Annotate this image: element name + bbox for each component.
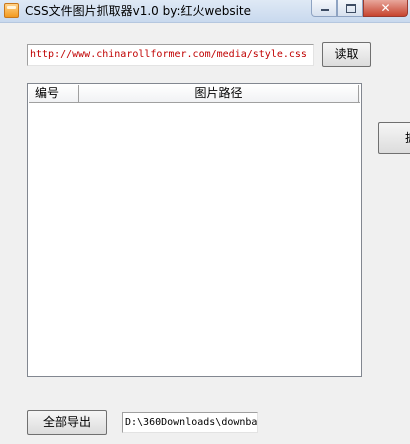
title-bar[interactable]: CSS文件图片抓取器v1.0 by:红火website ✕	[0, 0, 410, 23]
close-icon: ✕	[380, 1, 391, 15]
export-path-input[interactable]: D:\360Downloads\downba	[122, 412, 258, 433]
close-button[interactable]: ✕	[363, 0, 408, 17]
export-all-button[interactable]: 全部导出	[27, 410, 107, 435]
css-url-input[interactable]: http://www.chinarollformer.com/media/sty…	[27, 44, 314, 66]
read-button[interactable]: 读取	[322, 42, 371, 67]
image-list[interactable]: 编号 图片路径	[27, 83, 362, 377]
column-header-path[interactable]: 图片路径	[79, 85, 359, 102]
maximize-button[interactable]	[337, 0, 363, 17]
window-title: CSS文件图片抓取器v1.0 by:红火website	[25, 4, 251, 18]
grab-button[interactable]: 抓	[378, 122, 410, 154]
list-header: 编号 图片路径	[29, 85, 360, 103]
app-window: CSS文件图片抓取器v1.0 by:红火website ✕ http://www…	[0, 0, 410, 444]
maximize-icon	[346, 4, 356, 13]
app-icon	[4, 3, 19, 18]
column-header-id[interactable]: 编号	[29, 85, 79, 102]
minimize-button[interactable]	[311, 0, 337, 17]
minimize-icon	[321, 9, 329, 11]
